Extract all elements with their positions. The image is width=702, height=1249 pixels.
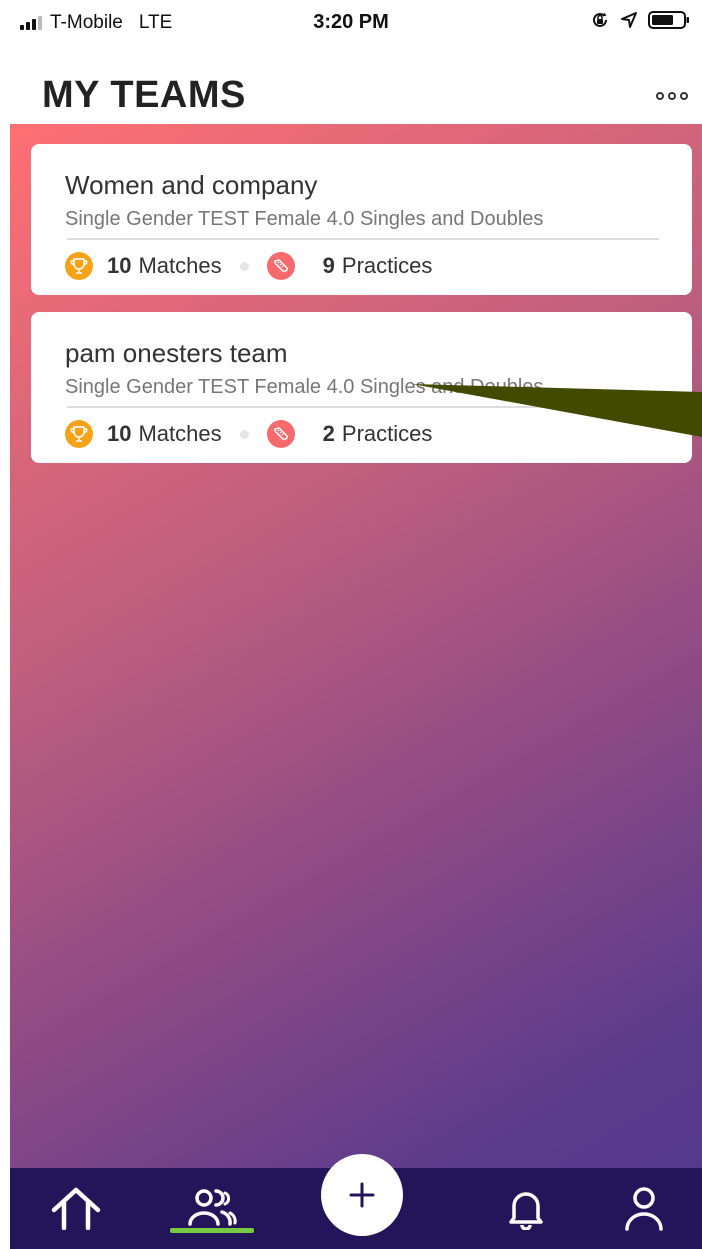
nav-home[interactable] <box>48 1180 104 1236</box>
location-icon <box>621 12 637 28</box>
matches-count: 10 <box>107 421 132 446</box>
teams-list: Women and company Single Gender TEST Fem… <box>10 124 702 1168</box>
team-card[interactable]: pam onesters team Single Gender TEST Fem… <box>31 312 692 463</box>
matches-count: 10 <box>107 253 132 278</box>
trophy-icon <box>65 252 93 280</box>
shoe-icon <box>266 420 295 448</box>
team-card[interactable]: Women and company Single Gender TEST Fem… <box>31 144 692 295</box>
shoe-icon <box>266 252 295 280</box>
active-tab-indicator <box>170 1228 254 1233</box>
header: MY TEAMS <box>0 44 702 124</box>
more-options-button[interactable] <box>656 92 688 100</box>
nav-notifications[interactable] <box>498 1180 554 1236</box>
trophy-icon <box>65 420 93 448</box>
stat-separator <box>239 261 249 271</box>
matches-label: Matches <box>138 421 222 446</box>
practices-label: Practices <box>341 421 433 446</box>
team-stats: 10 Matches 2 Practices <box>65 416 432 452</box>
bottom-nav <box>10 1154 702 1249</box>
team-name: Women and company <box>65 170 318 200</box>
profile-icon <box>625 1187 663 1231</box>
matches-label: Matches <box>138 253 222 278</box>
status-bar: T-Mobile LTE 3:20 PM <box>0 0 702 44</box>
orientation-lock-icon <box>593 12 607 27</box>
status-right <box>590 10 690 30</box>
team-description: Single Gender TEST Female 4.0 Singles an… <box>65 208 544 230</box>
add-button[interactable] <box>321 1154 403 1236</box>
teams-icon <box>188 1189 237 1226</box>
practices-count: 2 <box>322 421 335 446</box>
card-divider <box>67 406 659 408</box>
card-divider <box>67 238 659 240</box>
bell-icon <box>509 1192 543 1230</box>
add-icon <box>349 1182 375 1208</box>
team-description: Single Gender TEST Female 4.0 Singles an… <box>65 376 544 398</box>
home-icon <box>51 1187 101 1230</box>
team-stats: 10 Matches 9 Practices <box>65 248 432 284</box>
practices-count: 9 <box>322 253 335 278</box>
stat-separator <box>239 429 249 439</box>
page-title: MY TEAMS <box>42 74 246 116</box>
more-dots-icon <box>656 92 664 100</box>
nav-profile[interactable] <box>616 1180 672 1236</box>
practices-label: Practices <box>341 253 433 278</box>
team-name: pam onesters team <box>65 338 288 368</box>
battery-icon <box>648 11 689 29</box>
